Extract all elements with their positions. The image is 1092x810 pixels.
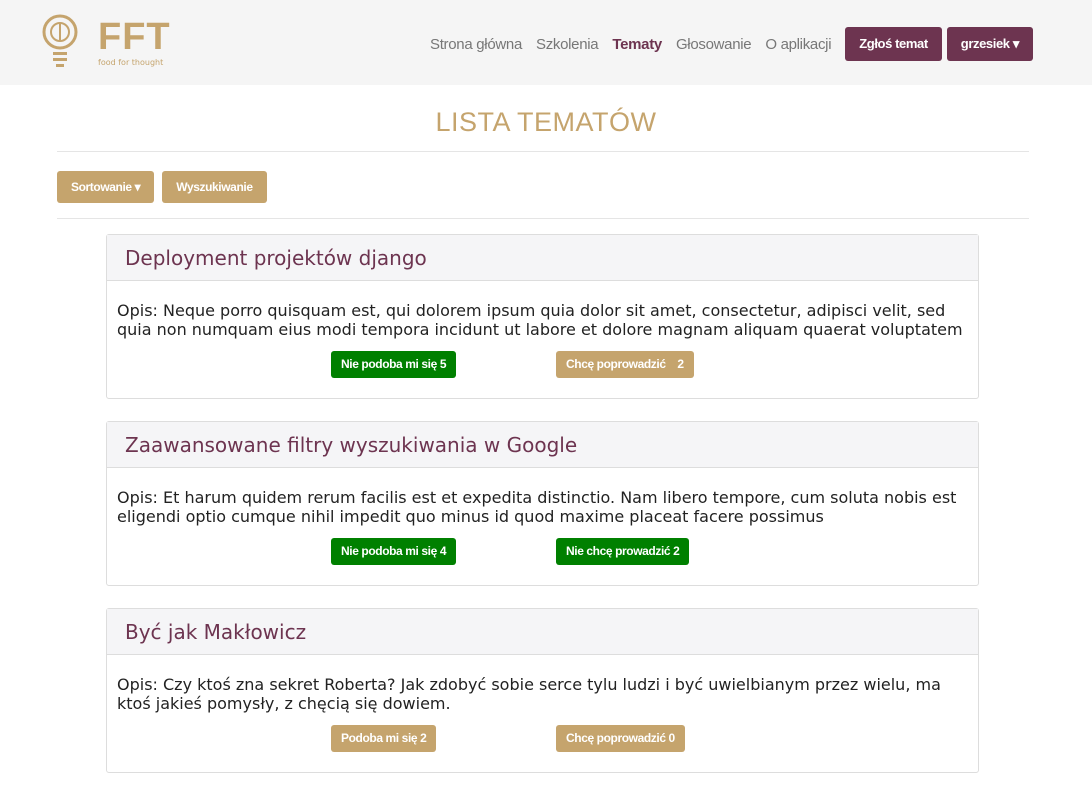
topic-title: Być jak Makłowicz xyxy=(107,609,978,655)
like-button[interactable]: Nie podoba mi się 4 xyxy=(331,538,457,565)
caret-down-icon: ▾ xyxy=(1012,36,1020,51)
user-menu-button[interactable]: grzesiek ▾ xyxy=(946,27,1033,61)
brand-name: FFT xyxy=(98,16,171,58)
search-button[interactable]: Wyszukiwanie xyxy=(162,171,267,203)
topic-card: Być jak Makłowicz Opis: Czy ktoś zna sek… xyxy=(106,608,979,773)
like-button[interactable]: Podoba mi się 2 xyxy=(331,725,437,752)
topic-card: Deployment projektów django Opis: Neque … xyxy=(106,234,979,399)
topic-description: Opis: Czy ktoś zna sekret Roberta? Jak z… xyxy=(117,675,941,713)
lightbulb-brain-icon xyxy=(42,14,78,67)
user-name: grzesiek xyxy=(960,36,1010,51)
topic-description: Opis: Neque porro quisquam est, qui dolo… xyxy=(117,301,963,339)
navbar: FFT food for thought Strona główna Szkol… xyxy=(0,0,1092,85)
brand-logo[interactable]: FFT food for thought xyxy=(42,12,171,74)
report-topic-button[interactable]: Zgłoś temat xyxy=(845,27,942,61)
topic-title: Deployment projektów django xyxy=(107,235,978,281)
topic-description: Opis: Et harum quidem rerum facilis est … xyxy=(117,488,957,526)
sort-label: Sortowanie xyxy=(71,180,132,194)
topic-card: Zaawansowane filtry wyszukiwania w Googl… xyxy=(106,421,979,586)
topic-title: Zaawansowane filtry wyszukiwania w Googl… xyxy=(107,422,978,468)
sort-button[interactable]: Sortowanie ▾ xyxy=(57,171,155,203)
caret-down-icon: ▾ xyxy=(134,180,141,194)
nav-about[interactable]: O aplikacji xyxy=(765,36,831,53)
page-title: LISTA TEMATÓW xyxy=(435,107,657,137)
like-button[interactable]: Nie podoba mi się 5 xyxy=(331,351,457,378)
nav-trainings[interactable]: Szkolenia xyxy=(536,36,599,53)
divider xyxy=(57,218,1029,219)
nav-topics[interactable]: Tematy xyxy=(612,36,662,53)
nav-voting[interactable]: Głosowanie xyxy=(676,36,752,53)
brand-tagline: food for thought xyxy=(98,58,164,67)
lead-button[interactable]: Nie chcę prowadzić 2 xyxy=(556,538,690,565)
lead-button[interactable]: Chcę poprowadzić 2 xyxy=(556,351,694,378)
lead-button[interactable]: Chcę poprowadzić 0 xyxy=(556,725,685,752)
nav-home[interactable]: Strona główna xyxy=(430,36,522,53)
